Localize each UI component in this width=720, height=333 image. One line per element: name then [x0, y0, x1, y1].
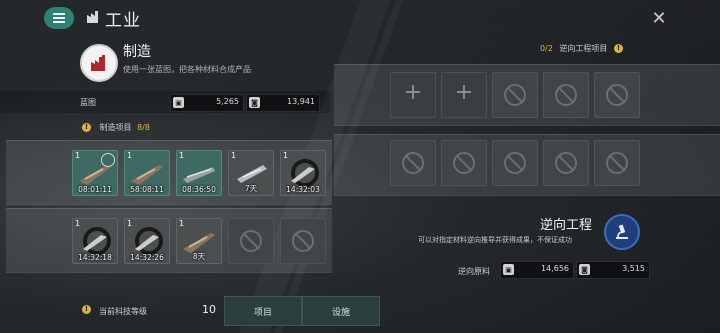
reverse-description: 可以对指定材料逆向推导并获得成果，不保证成功 [418, 236, 572, 244]
warning-icon: ! [613, 44, 623, 53]
locked-icon [240, 230, 262, 252]
locked-icon [453, 152, 475, 174]
project-slot[interactable]: 1 14:32:26 [124, 218, 170, 264]
reverse-slot-locked [594, 140, 640, 186]
projects-header: ! 制造项目 8/8 [82, 122, 150, 133]
craft-title: 制造 [123, 44, 151, 60]
top-bar: 工业 ✕ [0, 0, 720, 38]
menu-icon [53, 11, 65, 25]
tab-projects[interactable]: 项目 [224, 296, 302, 326]
slot-timer: 8天 [192, 252, 206, 261]
reverse-resource-label: 逆向原料 [458, 267, 490, 276]
locked-icon [292, 230, 314, 252]
slot-quantity: 1 [231, 151, 237, 160]
slot-timer: 08:36:50 [182, 185, 216, 194]
slot-timer: 58:08:11 [130, 185, 164, 194]
add-reverse-slot[interactable]: + [441, 72, 487, 118]
reverse-resource-b: ◙ 3,515 [576, 261, 650, 279]
cruiser-ship-icon [131, 165, 163, 185]
blueprint-label: 蓝图 [80, 98, 96, 107]
fighter-ship-icon [135, 227, 163, 255]
tech-level-value: 10 [202, 303, 216, 316]
blueprint-resource-a: ▣ 5,265 [170, 94, 244, 112]
slot-timer: 14:32:18 [78, 253, 112, 262]
slot-timer: 7天 [244, 184, 258, 193]
add-reverse-slot[interactable]: + [390, 72, 436, 118]
reverse-slot-locked [390, 140, 436, 186]
plus-icon: + [403, 80, 423, 105]
project-slot[interactable]: 1 7天 [228, 150, 274, 196]
reverse-slot-locked [594, 72, 640, 118]
warning-icon: ! [82, 305, 91, 314]
reverse-title: 逆向工程 [540, 218, 593, 233]
progress-ring [101, 153, 115, 167]
blueprint-row: 蓝图 ▣ 5,265 ◙ 13,941 [0, 91, 330, 113]
reverse-resource-a-value: 14,656 [541, 264, 569, 273]
project-slot-locked [280, 218, 326, 264]
tab-facilities[interactable]: 设施 [302, 296, 380, 326]
slot-timer: 08:01:11 [78, 185, 112, 194]
tech-level-row: ! 当前科技等级 10 项目 设施 [0, 296, 380, 326]
slot-quantity: 1 [75, 219, 81, 228]
slot-quantity: 1 [283, 151, 289, 160]
locked-icon [504, 152, 526, 174]
reverse-projects-count: 0/2 [540, 44, 553, 53]
destroyer-ship-icon [183, 167, 215, 183]
reverse-slot-locked [441, 140, 487, 186]
warning-icon: ! [82, 123, 91, 132]
microscope-icon [616, 224, 628, 239]
blueprint-b-icon: ◙ [249, 97, 260, 108]
blueprint-resource-b: ◙ 13,941 [246, 94, 320, 112]
blueprint-a-icon: ▣ [173, 97, 184, 108]
craft-description: 使用一张蓝图，把各种材料合成产品 [123, 65, 251, 74]
craft-factory-icon [80, 44, 118, 82]
reverse-projects-header: 0/2 逆向工程项目 ! [540, 43, 623, 54]
blueprint-resource-b-value: 13,941 [287, 97, 315, 106]
project-slot[interactable]: 1 14:32:18 [72, 218, 118, 264]
locked-icon [555, 152, 577, 174]
fighter-ship-icon [83, 227, 111, 255]
project-slot[interactable]: 1 58:08:11 [124, 150, 170, 196]
locked-icon [555, 84, 577, 106]
blueprint-b-icon: ◙ [579, 264, 590, 275]
reverse-slot-locked [543, 140, 589, 186]
slot-quantity: 1 [127, 151, 133, 160]
locked-icon [504, 84, 526, 106]
blueprint-resource-a-value: 5,265 [216, 97, 239, 106]
locked-icon [606, 152, 628, 174]
slot-quantity: 1 [75, 151, 81, 160]
reverse-engineering-button[interactable] [604, 214, 640, 250]
projects-label: 制造项目 [99, 123, 132, 132]
slot-timer: 14:32:26 [130, 253, 164, 262]
locked-icon [606, 84, 628, 106]
locked-icon [402, 152, 424, 174]
reverse-resource-b-value: 3,515 [622, 264, 645, 273]
fighter-ship-icon [291, 159, 319, 187]
slot-quantity: 1 [127, 219, 133, 228]
reverse-projects-label: 逆向工程项目 [559, 44, 608, 53]
menu-button[interactable] [44, 7, 74, 29]
slot-timer: 14:32:03 [286, 185, 320, 194]
project-slot-locked [228, 218, 274, 264]
close-button[interactable]: ✕ [648, 8, 670, 30]
project-slot[interactable]: 1 8天 [176, 218, 222, 264]
reverse-slot-locked [492, 72, 538, 118]
slot-quantity: 1 [179, 151, 185, 160]
project-slot[interactable]: 1 08:36:50 [176, 150, 222, 196]
blueprint-a-icon: ▣ [503, 264, 514, 275]
projects-count: 8/8 [137, 123, 150, 132]
factory-icon [87, 11, 98, 23]
plus-icon: + [454, 80, 474, 105]
tech-level-label: 当前科技等级 [99, 307, 147, 316]
slot-quantity: 1 [179, 219, 185, 228]
close-icon: ✕ [651, 8, 667, 29]
page-title: 工业 [105, 11, 141, 31]
project-slot[interactable]: 1 08:01:11 [72, 150, 118, 196]
project-slot[interactable]: 1 14:32:03 [280, 150, 326, 196]
reverse-slot-locked [543, 72, 589, 118]
reverse-resource-a: ▣ 14,656 [500, 261, 574, 279]
reverse-slot-locked [492, 140, 538, 186]
